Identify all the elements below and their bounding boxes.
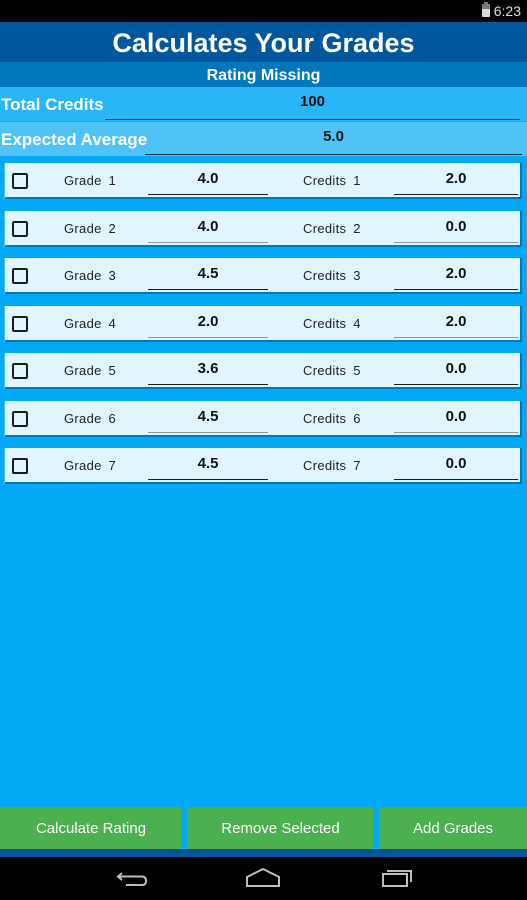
- home-button[interactable]: [238, 863, 288, 893]
- grade-input[interactable]: 4.5: [148, 403, 268, 433]
- credits-input[interactable]: 0.0: [394, 213, 518, 243]
- select-checkbox[interactable]: [12, 220, 28, 237]
- back-icon: [116, 872, 148, 886]
- grade-label: Grade 6: [64, 410, 117, 426]
- credits-label: Credits 4: [303, 315, 361, 331]
- grade-input[interactable]: 4.0: [148, 165, 268, 195]
- expected-average-row: Expected Average 5.0: [0, 122, 527, 156]
- rating-status: Rating Missing: [0, 62, 527, 87]
- bottom-band: [0, 849, 527, 857]
- recents-icon: [382, 870, 412, 887]
- remove-selected-button[interactable]: Remove Selected: [187, 807, 374, 849]
- credits-input[interactable]: 0.0: [394, 450, 518, 480]
- credits-label: Credits 7: [303, 458, 361, 473]
- status-time: 6:23: [493, 3, 521, 19]
- credits-input[interactable]: 2.0: [394, 165, 518, 195]
- grade-list: Grade 1 4.0 Credits 1 2.0 Grade 2 4.0 Cr…: [5, 163, 522, 496]
- credits-input[interactable]: 0.0: [394, 355, 518, 385]
- select-checkbox[interactable]: [12, 363, 28, 379]
- grade-label: Grade 5: [64, 363, 117, 378]
- credits-input[interactable]: 0.0: [394, 403, 518, 433]
- total-credits-label: Total Credits: [1, 95, 104, 114]
- grade-input[interactable]: 4.5: [148, 260, 268, 290]
- total-credits-input[interactable]: 100: [105, 87, 520, 120]
- credits-input[interactable]: 2.0: [394, 260, 518, 290]
- credits-input[interactable]: 2.0: [394, 308, 518, 338]
- navigation-bar: [0, 857, 527, 900]
- select-checkbox[interactable]: [12, 268, 28, 284]
- battery-icon: [482, 2, 490, 17]
- app-root: 6:23 Calculates Your Grades Rating Missi…: [0, 0, 527, 900]
- select-checkbox[interactable]: [12, 458, 28, 474]
- credits-label: Credits 5: [303, 363, 361, 378]
- grade-input[interactable]: 4.0: [148, 213, 268, 243]
- grade-row: Grade 6 4.5 Credits 6 0.0: [5, 400, 522, 437]
- total-credits-row: Total Credits 100: [0, 87, 527, 121]
- grade-row: Grade 4 2.0 Credits 4 2.0: [5, 305, 522, 342]
- grade-label: Grade 7: [64, 458, 117, 473]
- grade-label: Grade 3: [64, 268, 117, 283]
- select-checkbox[interactable]: [12, 173, 28, 189]
- select-checkbox[interactable]: [12, 315, 28, 332]
- add-grades-button[interactable]: Add Grades: [379, 807, 527, 849]
- grade-row: Grade 1 4.0 Credits 1 2.0: [5, 163, 522, 199]
- grade-input[interactable]: 4.5: [148, 450, 268, 480]
- grade-row: Grade 7 4.5 Credits 7 0.0: [5, 448, 522, 484]
- credits-label: Credits 1: [303, 173, 361, 188]
- action-bar: Calculate Rating Remove Selected Add Gra…: [0, 807, 527, 849]
- grade-row: Grade 2 4.0 Credits 2 0.0: [5, 210, 522, 247]
- grade-row: Grade 3 4.5 Credits 3 2.0: [5, 258, 522, 294]
- expected-average-label: Expected Average: [1, 130, 148, 149]
- back-button[interactable]: [106, 863, 156, 893]
- grade-label: Grade 2: [64, 220, 117, 236]
- credits-label: Credits 2: [303, 220, 361, 236]
- grade-label: Grade 4: [64, 315, 117, 331]
- grade-row: Grade 5 3.6 Credits 5 0.0: [5, 353, 522, 389]
- credits-label: Credits 6: [303, 410, 361, 426]
- grade-input[interactable]: 3.6: [148, 355, 268, 385]
- recents-button[interactable]: [372, 863, 422, 893]
- credits-label: Credits 3: [303, 268, 361, 283]
- app-title: Calculates Your Grades: [0, 22, 527, 62]
- select-checkbox[interactable]: [12, 410, 28, 427]
- calculate-rating-button[interactable]: Calculate Rating: [0, 807, 182, 849]
- grade-input[interactable]: 2.0: [148, 308, 268, 338]
- home-icon: [246, 867, 280, 887]
- grade-label: Grade 1: [64, 173, 117, 188]
- status-bar: 6:23: [0, 0, 527, 22]
- expected-average-input[interactable]: 5.0: [145, 122, 522, 155]
